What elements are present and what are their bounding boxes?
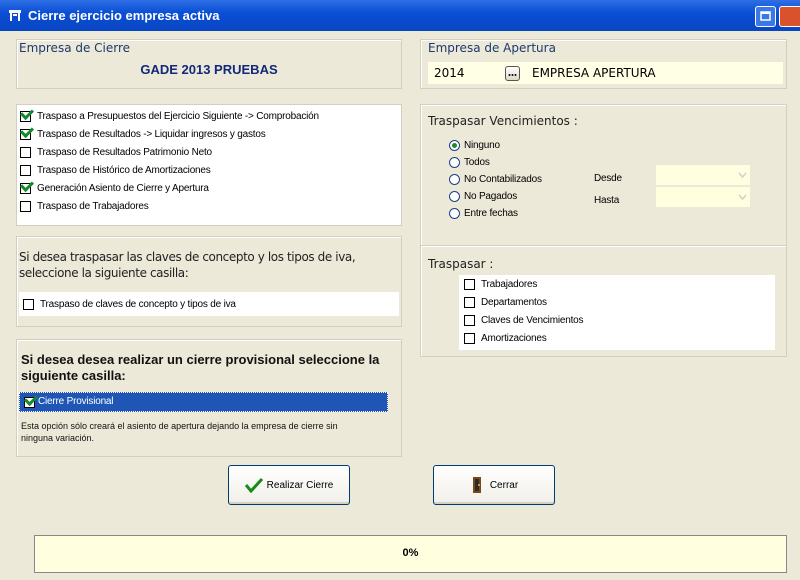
checkbox-label: Traspaso de Trabajadores [37,201,149,212]
empresa-apertura-field[interactable]: 2014 EMPRESA APERTURA [428,62,783,84]
traspaso-presupuestos-checkbox[interactable]: Traspaso a Presupuestos del Ejercicio Si… [20,109,319,124]
checkbox-box [464,297,475,308]
empresa-apertura-name: EMPRESA APERTURA [532,66,656,80]
restore-icon [760,11,771,21]
checkbox-label: Cierre Provisional [38,396,114,407]
radio-label: Entre fechas [464,208,518,219]
desde-label: Desde [594,173,622,184]
traspasar-trabajadores-checkbox[interactable]: Trabajadores [464,277,537,292]
checkbox-box [20,165,31,176]
provisional-panel: Si desea desea realizar un cierre provis… [16,339,402,457]
radio-label: Ninguno [464,140,500,151]
provisional-checkbox[interactable]: Cierre Provisional [19,392,388,412]
desde-date-field[interactable] [656,165,750,185]
empresa-apertura-year: 2014 [434,66,465,80]
checkbox-label: Trabajadores [481,279,538,290]
radio-circle [449,191,460,202]
checkbox-box [20,129,31,140]
cerrar-label: Cerrar [489,479,519,491]
claves-panel: Si desea traspasar las claves de concept… [16,236,402,327]
empresa-apertura-label: Empresa de Apertura [428,41,556,55]
claves-checkbox-box: Traspaso de claves de concepto y tipos d… [19,292,399,316]
traspasar-departamentos-checkbox[interactable]: Departamentos [464,295,547,310]
claves-checkbox[interactable]: Traspaso de claves de concepto y tipos d… [23,297,236,312]
checkbox-box [464,315,475,326]
chevron-down-icon [738,194,747,200]
radio-circle [449,174,460,185]
checkbox-label: Traspaso a Presupuestos del Ejercicio Si… [37,111,319,122]
checkbox-label: Generación Asiento de Cierre y Apertura [37,183,209,194]
realizar-cierre-button[interactable]: Realizar Cierre [228,465,350,505]
radio-circle [449,208,460,219]
progress-text: 0% [402,547,419,559]
radio-ninguno[interactable]: Ninguno [449,138,500,153]
traspasos-panel: Traspaso a Presupuestos del Ejercicio Si… [16,104,402,226]
checkbox-label: Traspaso de Resultados Patrimonio Neto [37,147,212,158]
checkbox-box [23,299,34,310]
traspaso-amortizaciones-checkbox[interactable]: Traspaso de Histórico de Amortizaciones [20,163,211,178]
restore-button[interactable] [755,6,776,27]
radio-label: No Contabilizados [464,174,542,185]
browse-button[interactable] [505,66,520,81]
checkbox-box [20,147,31,158]
hasta-label: Hasta [594,195,620,206]
traspasar-label: Traspasar : [428,257,494,271]
title-bar: Cierre ejercicio empresa activa [0,0,800,31]
traspasar-panel: Traspasar : Trabajadores Departamentos C… [420,245,787,357]
provisional-text: Si desea desea realizar un cierre provis… [21,352,380,383]
progress-bar: 0% [34,535,787,573]
checkmark-icon [244,477,263,493]
checkbox-label: Traspaso de Histórico de Amortizaciones [37,165,211,176]
vencimientos-panel: Traspasar Vencimientos : Ninguno Todos N… [420,104,787,246]
radio-no-contabilizados[interactable]: No Contabilizados [449,172,542,187]
checkbox-box [464,279,475,290]
vencimientos-label: Traspasar Vencimientos : [428,114,578,128]
checkbox-box [24,397,35,408]
cerrar-button[interactable]: Cerrar [433,465,555,505]
ellipsis-icon [508,74,517,76]
radio-entre-fechas[interactable]: Entre fechas [449,206,518,221]
radio-todos[interactable]: Todos [449,155,490,170]
hasta-date-field[interactable] [656,187,750,207]
radio-no-pagados[interactable]: No Pagados [449,189,517,204]
checkbox-box [20,111,31,122]
empresa-apertura-panel: Empresa de Apertura 2014 EMPRESA APERTUR… [420,39,787,89]
empresa-cierre-name: GADE 2013 PRUEBAS [140,62,278,77]
traspasar-amortizaciones-checkbox[interactable]: Amortizaciones [464,331,547,346]
empresa-cierre-label: Empresa de Cierre [19,41,131,55]
chevron-down-icon [738,172,747,178]
radio-label: Todos [464,157,490,168]
checkbox-label: Amortizaciones [481,333,547,344]
window-client: Empresa de Cierre GADE 2013 PRUEBAS Empr… [15,31,800,580]
checkbox-label: Traspaso de claves de concepto y tipos d… [40,299,236,310]
app-icon [9,10,21,21]
radio-label: No Pagados [464,191,518,202]
exit-door-icon [472,477,481,493]
checkbox-label: Claves de Vencimientos [481,315,584,326]
traspasar-list: Trabajadores Departamentos Claves de Ven… [459,275,775,350]
checkbox-box [20,201,31,212]
checkbox-box [464,333,475,344]
realizar-cierre-label: Realizar Cierre [266,479,334,491]
radio-circle [449,157,460,168]
window-title: Cierre ejercicio empresa activa [28,8,220,23]
generacion-asiento-checkbox[interactable]: Generación Asiento de Cierre y Apertura [20,181,209,196]
traspasar-claves-vencimientos-checkbox[interactable]: Claves de Vencimientos [464,313,584,328]
provisional-note: Esta opción sólo creará el asiento de ap… [21,421,338,443]
empresa-cierre-panel: Empresa de Cierre GADE 2013 PRUEBAS [16,39,402,89]
traspaso-resultados-checkbox[interactable]: Traspaso de Resultados -> Liquidar ingre… [20,127,266,142]
close-button[interactable] [779,6,800,27]
checkbox-label: Departamentos [481,297,547,308]
traspaso-patrimonio-checkbox[interactable]: Traspaso de Resultados Patrimonio Neto [20,145,212,160]
traspaso-trabajadores-checkbox[interactable]: Traspaso de Trabajadores [20,199,149,214]
claves-text: Si desea traspasar las claves de concept… [19,250,356,280]
radio-circle [449,140,460,151]
checkbox-label: Traspaso de Resultados -> Liquidar ingre… [37,129,266,140]
checkbox-box [20,183,31,194]
